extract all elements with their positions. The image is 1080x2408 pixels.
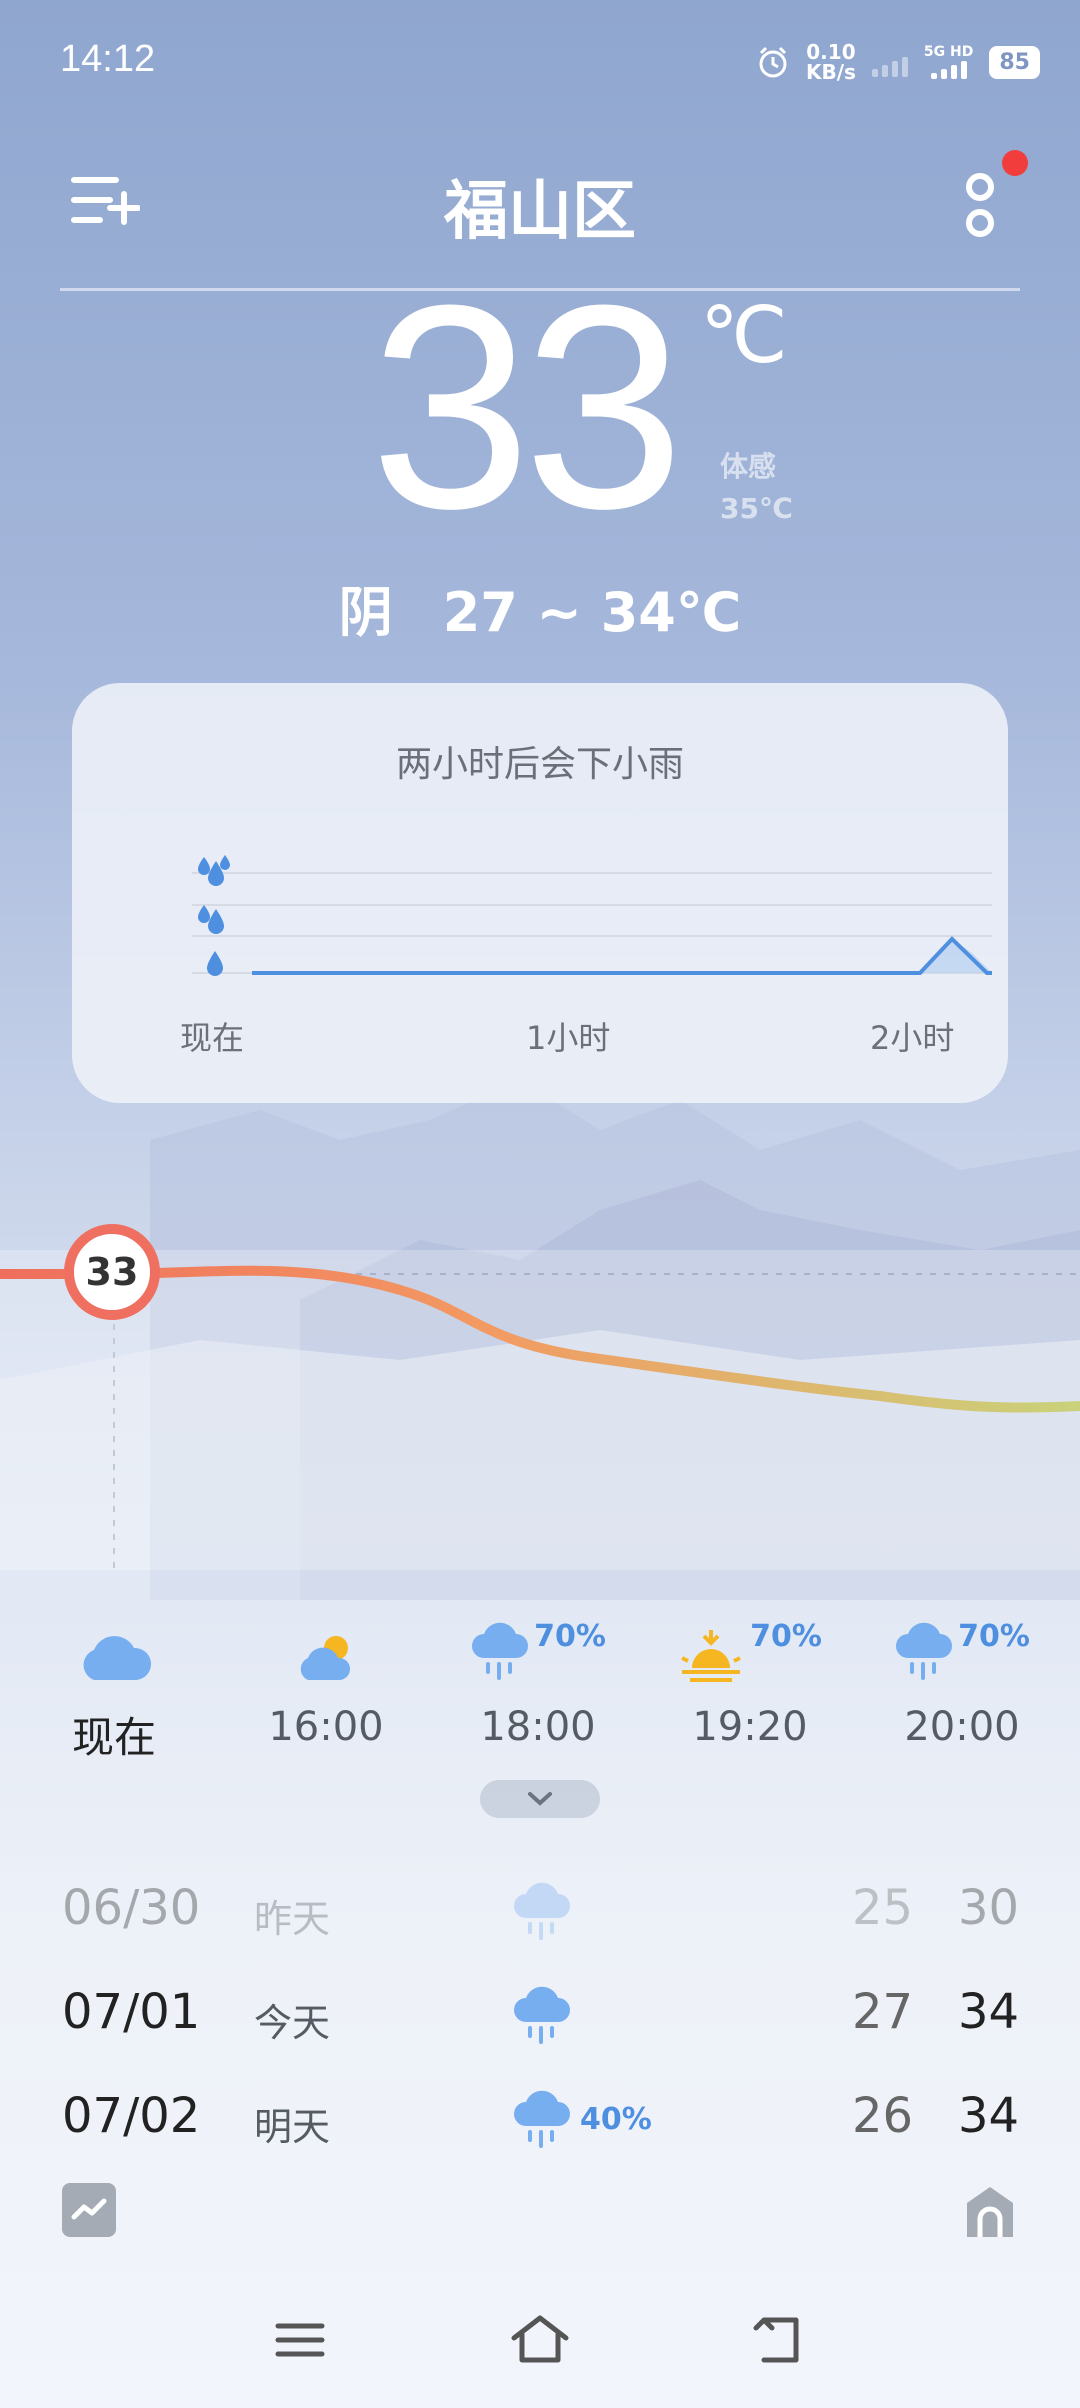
drop-moderate-icon [198,905,224,934]
rain-forecast-card[interactable]: 两小时后会下小雨 现在 1小时 2小时 [72,683,1008,1103]
current-temperature: 33 [370,245,685,569]
rain-cloud-icon [514,1882,570,1940]
status-icons: 0.10 KB/s 5G HD 85 [756,42,1040,82]
hourly-temp-curve [0,1250,1080,1570]
hourly-item-1920[interactable]: 70% 19:20 [650,1610,850,1750]
rain-forecast-title: 两小时后会下小雨 [395,744,684,785]
hourly-item-1800[interactable]: 70% 18:00 [438,1610,638,1750]
daily-row-tomorrow[interactable]: 07/02 明天 40% 26 34 [62,2088,1032,2168]
battery-indicator: 85 [989,45,1040,79]
trend-icon [71,2198,107,2220]
signal-2-group: 5G HD [924,45,973,79]
drop-heavy-icon [198,855,230,886]
partly-cloudy-icon [300,1636,351,1680]
sunset-icon [681,1630,741,1682]
feels-like: 体感 35℃ [720,450,793,525]
rain-gridlines [192,872,992,974]
alarm-icon [759,46,787,78]
nav-menu-icon[interactable] [270,2310,330,2370]
rain-forecast-chart [192,855,992,976]
rain-cloud-icon [472,1622,529,1680]
daily-row-yesterday[interactable]: 06/30 昨天 25 30 [62,1880,1032,1960]
cloud-icon [83,1636,152,1680]
status-time: 14:12 [60,38,156,80]
drop-light-icon [207,951,223,976]
rain-x-label-now: 现在 [180,1019,245,1057]
rain-cloud-icon [896,1622,953,1680]
city-title[interactable]: 福山区 [0,160,1080,252]
current-temp-bubble: 33 [64,1224,160,1320]
temperature-unit: ℃ [700,291,788,379]
daily-row-today[interactable]: 07/01 今天 27 34 [62,1984,1032,2064]
temperature-range: 27 ~ 34℃ [442,581,742,644]
signal-2-icon [930,59,967,79]
rain-x-label-2h: 2小时 [870,1019,955,1057]
network-label: 5G HD [923,44,974,60]
nav-back-icon[interactable] [750,2310,810,2370]
nav-home-icon[interactable] [510,2310,570,2370]
hourly-item-now[interactable]: 现在 [14,1610,214,1765]
home-location-icon[interactable] [963,2183,1017,2237]
condition-range: 阴 27 ~ 34℃ [0,568,1080,647]
rain-x-label-1h: 1小时 [526,1019,611,1057]
net-speed: 0.10 KB/s [805,40,856,84]
rain-cloud-icon [514,2090,570,2148]
signal-1-icon [871,47,908,77]
chevron-down-icon [528,1792,552,1806]
expand-button[interactable] [480,1780,600,1818]
hourly-item-2000[interactable]: 70% 20:00 [862,1610,1062,1750]
hourly-item-1600[interactable]: 16:00 [226,1610,426,1750]
more-options-icon[interactable] [955,165,1005,245]
rain-cloud-icon [514,1986,570,2044]
notification-dot [1002,150,1028,176]
trend-chart-button[interactable] [62,2183,116,2237]
rain-line [252,936,992,975]
condition-text: 阴 [338,581,393,644]
